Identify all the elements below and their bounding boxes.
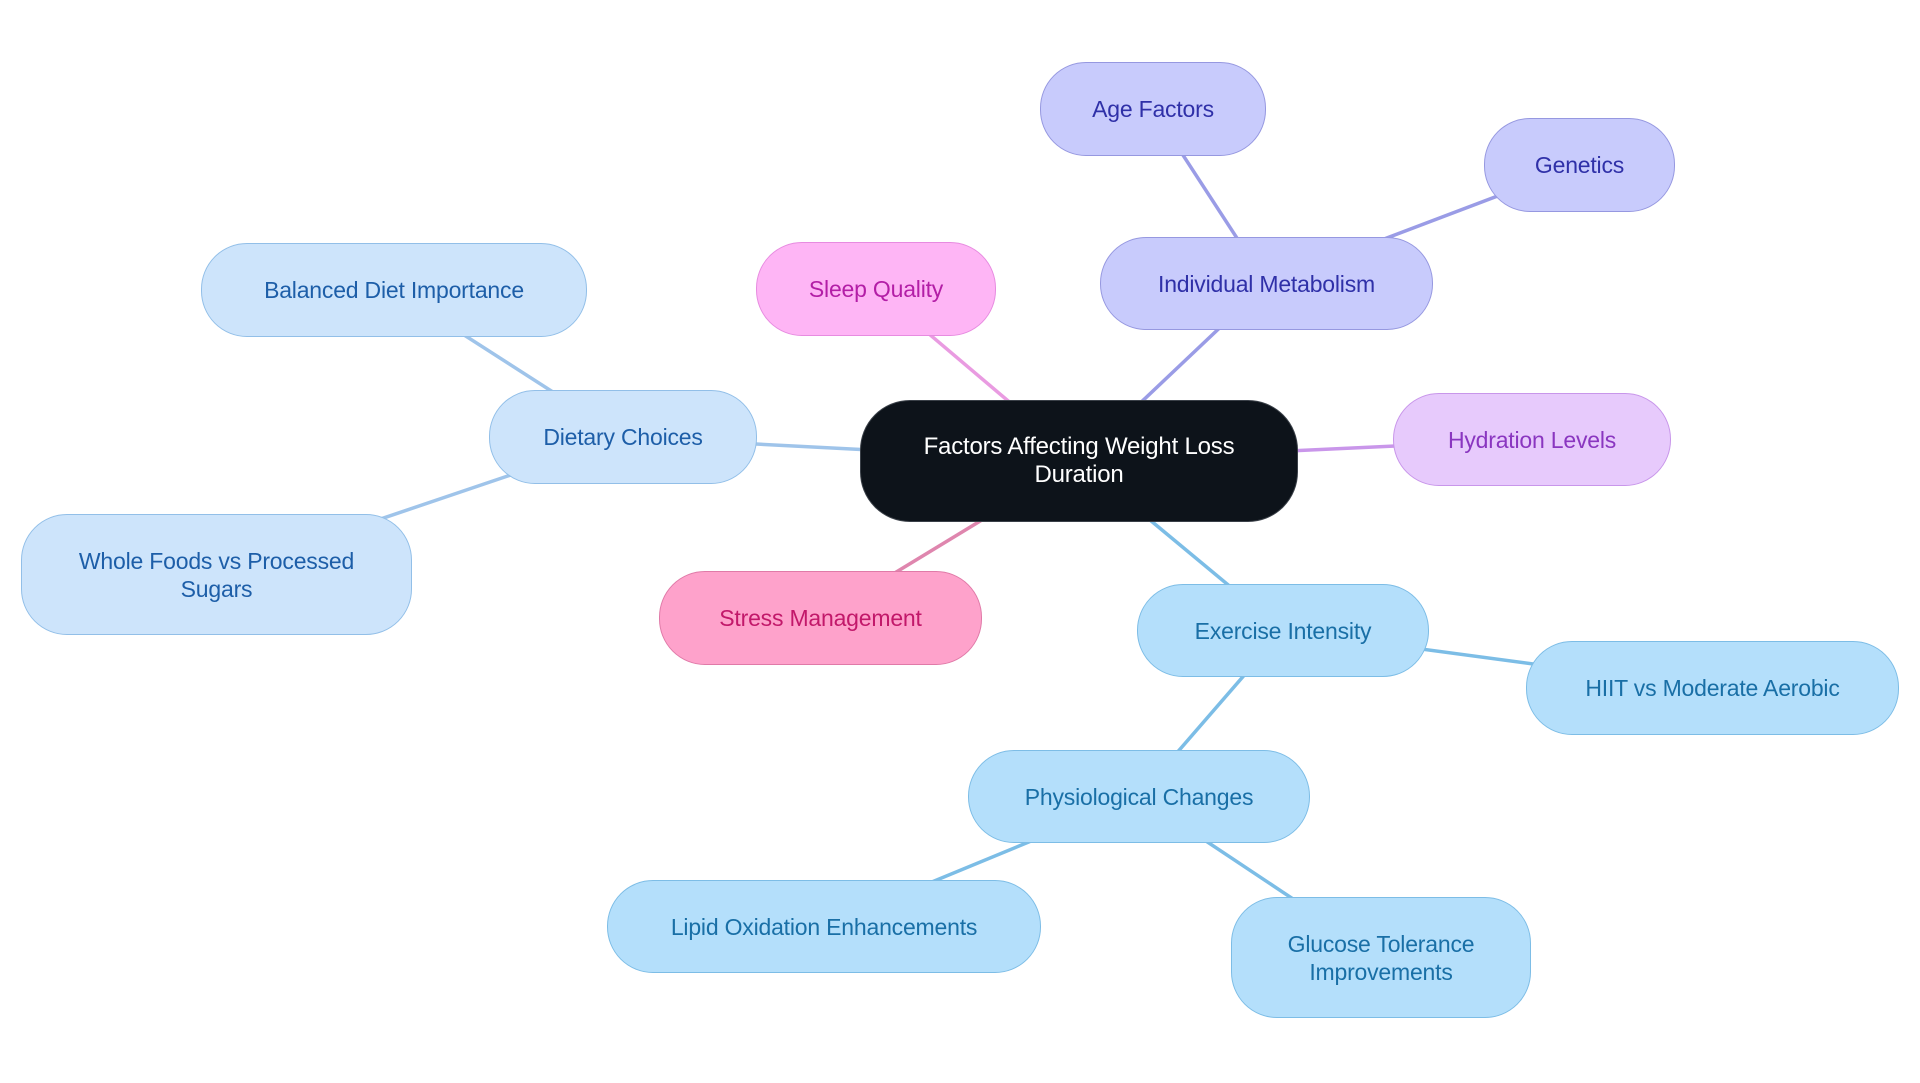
node-label: Sleep Quality — [808, 276, 944, 302]
node-lipid-oxidation-enhancements[interactable]: Lipid Oxidation Enhancements — [607, 880, 1041, 973]
node-sleep-quality[interactable]: Sleep Quality — [756, 242, 996, 336]
node-exercise-intensity[interactable]: Exercise Intensity — [1137, 584, 1429, 677]
node-label: Whole Foods vs Processed Sugars — [78, 547, 355, 602]
node-hydration-levels[interactable]: Hydration Levels — [1393, 393, 1671, 486]
node-label: Physiological Changes — [1024, 783, 1254, 810]
node-glucose-tolerance-improvements[interactable]: Glucose Tolerance Improvements — [1231, 897, 1531, 1018]
node-age-factors[interactable]: Age Factors — [1040, 62, 1266, 156]
node-dietary-choices[interactable]: Dietary Choices — [489, 390, 757, 484]
node-label: Lipid Oxidation Enhancements — [670, 913, 978, 940]
node-genetics[interactable]: Genetics — [1484, 118, 1675, 212]
node-label: Glucose Tolerance Improvements — [1287, 930, 1475, 985]
node-label: Balanced Diet Importance — [264, 277, 524, 303]
node-balanced-diet-importance[interactable]: Balanced Diet Importance — [201, 243, 587, 337]
node-stress-management[interactable]: Stress Management — [659, 571, 982, 665]
node-label: Exercise Intensity — [1194, 617, 1372, 644]
node-label: Hydration Levels — [1447, 426, 1617, 453]
node-hiit-vs-moderate-aerobic[interactable]: HIIT vs Moderate Aerobic — [1526, 641, 1899, 735]
node-label: Genetics — [1534, 152, 1625, 178]
node-label: Individual Metabolism — [1158, 270, 1375, 297]
root-node-label: Factors Affecting Weight Loss Duration — [923, 433, 1235, 488]
node-whole-foods-vs-processed-sugars[interactable]: Whole Foods vs Processed Sugars — [21, 514, 412, 635]
node-physiological-changes[interactable]: Physiological Changes — [968, 750, 1310, 843]
node-label: HIIT vs Moderate Aerobic — [1585, 675, 1840, 701]
node-label: Age Factors — [1092, 96, 1214, 122]
node-individual-metabolism[interactable]: Individual Metabolism — [1100, 237, 1433, 330]
node-label: Dietary Choices — [543, 424, 703, 450]
root-node[interactable]: Factors Affecting Weight Loss Duration — [860, 400, 1298, 522]
node-label: Stress Management — [719, 605, 922, 631]
